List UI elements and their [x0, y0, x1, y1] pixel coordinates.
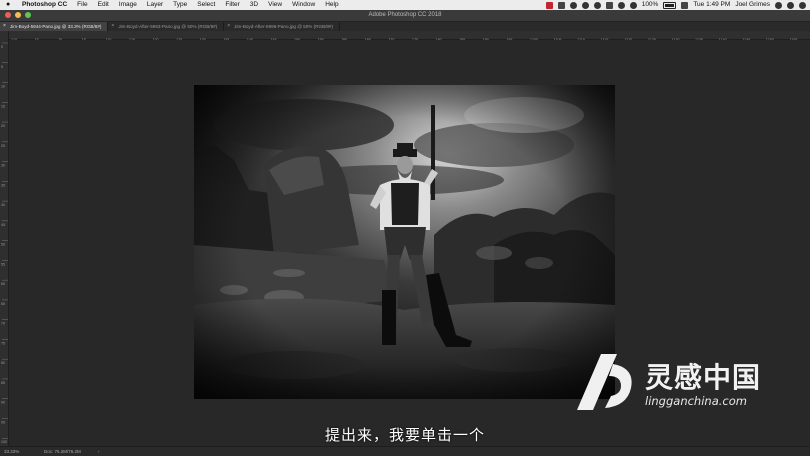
ruler-label: 25 [1, 144, 5, 148]
watermark-name: 灵感中国 [645, 361, 762, 394]
timer-icon[interactable] [593, 1, 601, 9]
menu-type[interactable]: Type [168, 0, 192, 10]
screen-icon[interactable] [605, 1, 613, 9]
menu-layer[interactable]: Layer [142, 0, 168, 10]
tab-jim-boyd-5944[interactable]: × Jim-Boyd-5944-Pano.jpg @ 33.3% (RGB/8#… [0, 22, 109, 31]
ruler-label: 35 [1, 183, 5, 187]
ruler-label: 60 [1, 282, 5, 286]
tab-jim-boyd-after-5963[interactable]: × Jim-Boyd-After-5963-Pano.jpg @ 50% (RG… [108, 22, 225, 31]
ruler-label: 55 [1, 262, 5, 266]
ruler-label: 0 [1, 45, 3, 49]
tab-label: Jim-Boyd-After-5963-Pano.jpg @ 50% (RGB/… [118, 24, 218, 29]
menu-file[interactable]: File [72, 0, 92, 10]
close-tab-icon[interactable]: × [111, 22, 114, 31]
watermark-url: lingganchina.com [645, 394, 747, 408]
ruler-label: 85 [1, 381, 5, 385]
cowboy-landscape-photo [194, 85, 615, 399]
record-icon[interactable] [545, 1, 553, 9]
dropbox-icon[interactable] [581, 1, 589, 9]
app-status-icon[interactable] [557, 1, 565, 9]
ruler-label: 5 [1, 65, 3, 69]
ruler-label: 50 [1, 243, 5, 247]
clock[interactable]: Tue 1:49 PM [693, 0, 730, 10]
ruler-label: 10 [1, 85, 5, 89]
video-subtitle: 提出来，我要单击一个 [324, 426, 485, 444]
battery-icon[interactable] [663, 1, 677, 9]
menu-bar: ● Photoshop CC File Edit Image Layer Typ… [0, 0, 810, 10]
ruler-label: 20 [1, 124, 5, 128]
ruler-label: 30 [1, 164, 5, 168]
wifi-icon[interactable] [629, 1, 637, 9]
bluetooth-icon[interactable] [617, 1, 625, 9]
vertical-ruler-ticks: 0510152025303540455055606570758085909510… [1, 42, 8, 444]
flag-icon[interactable] [681, 1, 689, 9]
ruler-label: 90 [1, 401, 5, 405]
menu-view[interactable]: View [263, 0, 287, 10]
ruler-label: 75 [1, 341, 5, 345]
window-titlebar: Adobe Photoshop CC 2018 [0, 10, 810, 22]
menu-filter[interactable]: Filter [220, 0, 244, 10]
menu-help[interactable]: Help [320, 0, 343, 10]
close-tab-icon[interactable]: × [3, 22, 6, 31]
ruler-label: 45 [1, 223, 5, 227]
tab-label: Jim-Boyd-5944-Pano.jpg @ 33.3% (RGB/8#) [9, 24, 102, 29]
menu-app-name[interactable]: Photoshop CC [22, 0, 72, 10]
status-menu-area: 100% Tue 1:49 PM Joel Grimes [545, 0, 806, 10]
notifications-icon[interactable] [799, 1, 806, 9]
battery-percent: 100% [641, 1, 659, 8]
ruler-label: 15 [1, 104, 5, 108]
apple-icon[interactable]: ● [6, 0, 10, 10]
menu-edit[interactable]: Edit [93, 0, 114, 10]
tab-jim-boyd-after-5995[interactable]: × Jim-Boyd-After-5995-Pano.jpg @ 50% (RG… [224, 22, 341, 31]
ruler-label: 65 [1, 302, 5, 306]
document-image[interactable] [194, 85, 615, 399]
watermark-logo-icon [577, 354, 632, 410]
ruler-label: 70 [1, 322, 5, 326]
horizontal-ruler[interactable]: 1050510152025303540455055606570758085909… [8, 31, 810, 44]
ruler-label: 80 [1, 361, 5, 365]
menu-image[interactable]: Image [114, 0, 142, 10]
menu-select[interactable]: Select [192, 0, 220, 10]
menu-list: Photoshop CC File Edit Image Layer Type … [22, 0, 344, 10]
document-tabs: × Jim-Boyd-5944-Pano.jpg @ 33.3% (RGB/8#… [0, 22, 810, 31]
sync-icon[interactable] [569, 1, 577, 9]
window-title: Adobe Photoshop CC 2018 [368, 12, 442, 18]
siri-icon[interactable] [787, 1, 794, 9]
close-tab-icon[interactable]: × [227, 22, 230, 31]
user-name[interactable]: Joel Grimes [735, 0, 770, 10]
tab-label: Jim-Boyd-After-5995-Pano.jpg @ 50% (RGB/… [234, 24, 334, 29]
menu-3d[interactable]: 3D [245, 0, 263, 10]
search-icon[interactable] [775, 1, 782, 9]
ruler-label: 40 [1, 203, 5, 207]
menu-window[interactable]: Window [287, 0, 320, 10]
vertical-ruler[interactable]: 0 5 10 15 20 25 30 35 40 45 50 55 60 65 70 75 80 85 90 95 10… [0, 31, 9, 446]
watermark: 灵感中国 lingganchina.com [573, 350, 788, 414]
